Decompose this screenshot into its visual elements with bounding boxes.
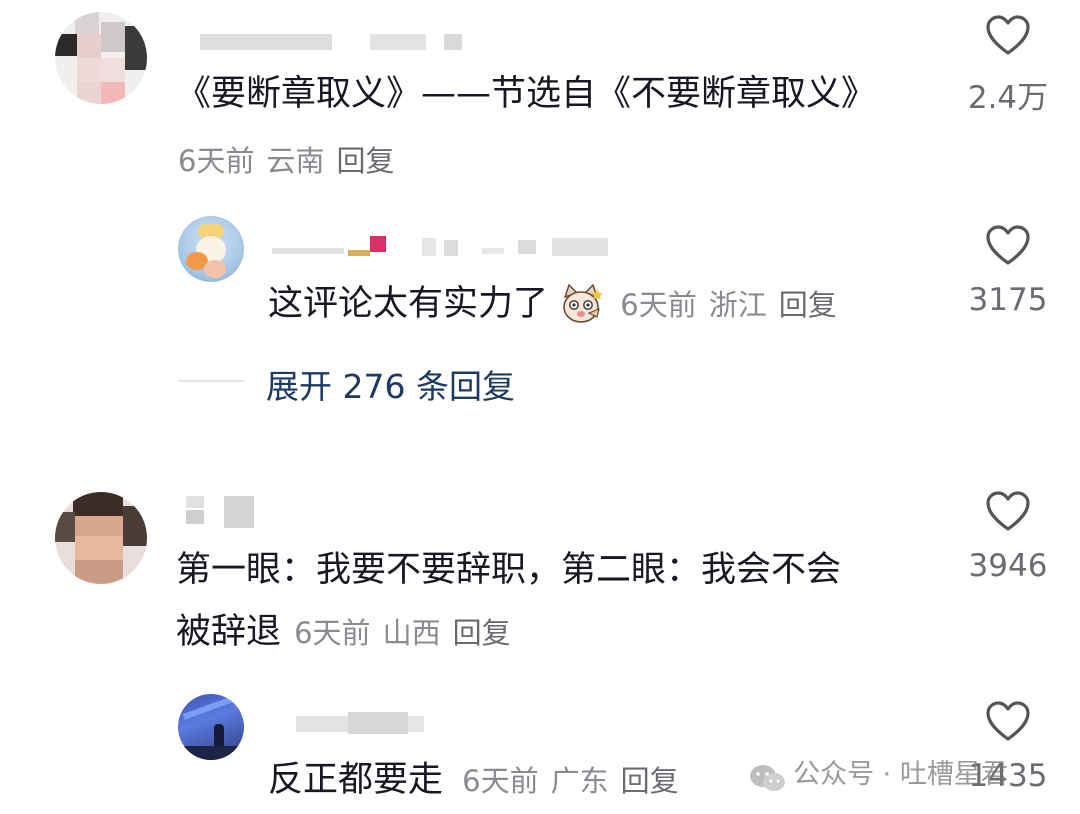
expand-replies-button[interactable]: 展开 276 条回复 xyxy=(266,360,515,408)
like-count: 3175 xyxy=(968,282,1048,318)
comment-location: 云南 xyxy=(266,144,325,178)
avatar[interactable] xyxy=(55,492,147,584)
like-button[interactable]: 3175 xyxy=(958,224,1058,318)
username-censored[interactable] xyxy=(200,32,470,54)
comment-text-line: 第一眼：我要不要辞职，第二眼：我会不会 xyxy=(176,550,842,590)
reply-text-content: 反正都要走 xyxy=(268,760,444,800)
comment-second-line: 被辞退 6天前 山西 回复 xyxy=(176,610,523,654)
cat-face-emoji xyxy=(563,283,604,323)
reply-text-content: 这评论太有实力了 xyxy=(268,284,549,324)
like-count: 2.4万 xyxy=(967,80,1049,116)
heart-icon xyxy=(986,491,1030,531)
comment-meta: 6天前 山西 回复 xyxy=(294,616,522,650)
username-censored[interactable] xyxy=(272,234,652,256)
comment-time: 6天前 xyxy=(178,144,255,178)
like-button[interactable]: 2.4万 xyxy=(958,14,1058,117)
heart-icon xyxy=(986,701,1030,741)
comment-time: 6天前 xyxy=(294,616,371,650)
heart-icon xyxy=(986,225,1030,265)
reply-meta: 6天前 浙江 回复 xyxy=(620,288,848,322)
reply-text: 这评论太有实力了 6天前 浙江 回复 xyxy=(268,282,849,327)
username-censored[interactable] xyxy=(296,712,436,734)
avatar[interactable] xyxy=(178,216,244,282)
reply-button[interactable]: 回复 xyxy=(453,616,511,650)
username-censored[interactable] xyxy=(186,496,276,528)
reply-button[interactable]: 回复 xyxy=(336,144,394,178)
heart-icon xyxy=(986,15,1030,55)
comment-text-line: 被辞退 xyxy=(176,612,282,652)
reply-location: 广东 xyxy=(550,764,609,798)
reply-text: 反正都要走 6天前 广东 回复 xyxy=(268,758,691,803)
comment-location: 山西 xyxy=(382,616,441,650)
reply-button[interactable]: 回复 xyxy=(621,764,679,798)
reply-button[interactable]: 回复 xyxy=(779,288,837,322)
reply-location: 浙江 xyxy=(708,288,767,322)
avatar[interactable] xyxy=(55,12,147,104)
comment-text: 第一眼：我要不要辞职，第二眼：我会不会 xyxy=(176,548,841,612)
watermark: 公众号 · 吐槽星君 xyxy=(748,752,1008,796)
watermark-text: 公众号 · 吐槽星君 xyxy=(793,759,1008,790)
comment-meta: 6天前 云南 回复 xyxy=(178,138,406,180)
expand-divider xyxy=(178,380,244,382)
reply-time: 6天前 xyxy=(462,764,539,798)
like-button[interactable]: 3946 xyxy=(958,490,1058,584)
like-count: 3946 xyxy=(968,548,1048,584)
wechat-icon xyxy=(750,764,785,791)
reply-meta: 6天前 广东 回复 xyxy=(462,764,690,798)
avatar[interactable] xyxy=(178,694,244,760)
comment-text: 《要断章取义》——节选自《不要断章取义》 xyxy=(176,74,877,114)
reply-time: 6天前 xyxy=(620,288,697,322)
